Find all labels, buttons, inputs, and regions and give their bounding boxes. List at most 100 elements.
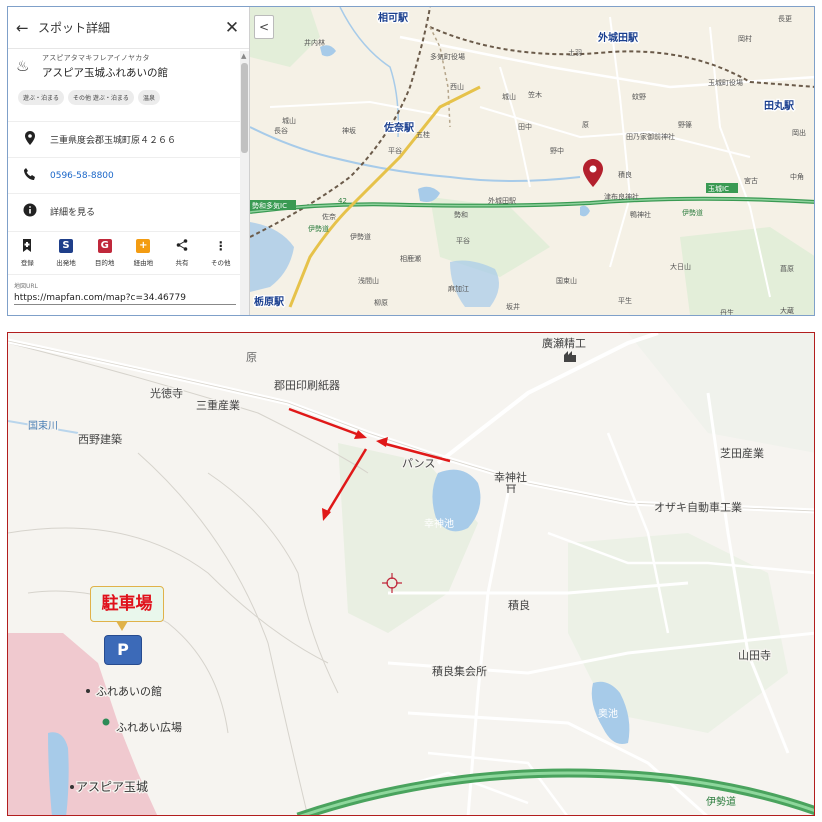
interchange-label: 勢和多気IC [252,201,287,210]
action-waypoint[interactable]: + 経由地 [124,232,163,274]
sidebar-scrollbar[interactable]: ▲ [240,51,249,315]
poi-tag[interactable]: その他 遊ぶ・泊まる [68,90,134,105]
place-label: 菖原 [780,264,794,273]
place-label-pansu: パンス [402,457,435,470]
place-label: 大日山 [670,262,691,271]
place-label-koujinja: 幸神社 [494,470,527,484]
place-label-aspia: アスピア玉城 [76,780,148,794]
station-label: 相可駅 [378,11,409,24]
details-text[interactable]: 詳細を見る [50,205,95,218]
poi-name: アスピア玉城ふれあいの館 [42,67,168,79]
action-label: 共有 [175,259,189,267]
place-label: 外城田駅 [488,196,516,205]
callout-pointer [116,621,128,631]
interchange-label: 玉城IC [708,185,729,193]
info-icon [16,203,44,221]
sidebar-title: スポット詳細 [38,21,111,35]
place-label: 五桂 [416,130,430,139]
chevron-left-icon: < [258,20,270,34]
place-label: 蚊野 [632,92,646,101]
place-label: 城山 [502,92,516,101]
place-label: 勢和 [454,210,468,219]
place-label: 玉城町役場 [708,78,743,87]
parking-callout[interactable]: 駐車場 [90,586,164,622]
place-label-kunitsuka-river: 国束川 [28,420,58,432]
place-label: 平谷 [388,146,402,155]
place-label: 麻加江 [448,284,469,293]
place-label-koutokuji: 光徳寺 [150,386,183,400]
road-label: 伊勢道 [308,224,329,233]
action-goal[interactable]: G 目的地 [85,232,124,274]
bookmark-icon [20,239,35,253]
poi-tag[interactable]: 遊ぶ・泊まる [18,90,65,105]
scrollbar-thumb[interactable] [241,63,248,153]
place-label-sekira: 積良 [508,598,530,612]
place-label-ozaki: オザキ自動車工業 [654,500,742,514]
place-label: 平谷 [456,236,470,245]
poi-summary: ♨ アスピアタマキフレアイノヤカタ アスピア玉城ふれあいの館 遊ぶ・泊まる その… [8,53,240,105]
place-label: 原 [582,121,589,129]
start-point-icon: S [59,239,73,253]
place-label: 田乃家御前神社 [626,132,675,141]
place-label-oku-pond: 奥池 [598,707,618,720]
place-label: 柳原 [374,298,388,307]
phone-number-link[interactable]: 0596-58-8800 [50,171,114,181]
arrow-left-icon[interactable]: ← [16,19,34,37]
place-label: 田中 [518,122,532,131]
plaza-icon [102,718,110,726]
collapse-sidebar-button[interactable]: < [254,15,274,39]
place-label: 土羽 [568,48,582,57]
place-label: 鴨神社 [630,210,651,219]
phone-icon [16,167,44,185]
place-label: 伊勢道 [350,232,371,241]
place-label: 積良 [618,170,632,179]
action-label: 出発地 [56,259,76,267]
facility-bullet [86,689,90,693]
place-label: 佐奈 [322,212,336,221]
place-label-fureai-hall: ふれあいの館 [96,684,162,698]
phone-row[interactable]: 0596-58-8800 [8,157,240,193]
action-label: 目的地 [94,259,115,267]
place-label: 西山 [450,82,464,91]
place-label: 中角 [790,172,804,181]
place-label-gouda-print: 郡田印刷紙器 [274,378,340,392]
place-label-koujin-pond: 幸神池 [424,517,454,530]
action-bar: 登録 S 出発地 G 目的地 + 経由地 共有 ⋮ その他 [8,231,240,275]
share-icon [175,239,190,253]
station-label: 外城田駅 [597,31,639,44]
place-label-ise-road: 伊勢道 [706,795,736,808]
detail-map-canvas: 原光徳寺三重産業 郡田印刷紙器 廣瀬精工国束川西野建築パンス幸神社 芝田産業オザキ自動… [8,333,814,815]
place-label: 相鹿瀬 [400,254,421,263]
poi-tag[interactable]: 温泉 [137,90,160,105]
overview-map[interactable]: 相可駅 外城田駅 田丸駅 佐奈駅 栃原駅 勢和多気IC 玉城IC 伊勢道 42 伊勢道 井内林 多気町… [250,7,814,315]
place-label: 城山 [282,116,296,125]
close-icon[interactable]: ✕ [223,18,241,38]
road-label: 伊勢道 [682,208,703,217]
detail-map[interactable]: 原光徳寺 三重産業 郡田印刷紙器 廣瀬精工 国束川 西野建築 パンス 幸神社 芝田産業 オザキ自動… [7,332,815,816]
action-label: 登録 [20,259,34,267]
parking-label: 駐車場 [101,594,153,614]
map-url-field[interactable]: https://mapfan.com/map?c=34.46779 [14,293,236,305]
place-label: 野中 [550,146,564,155]
action-bookmark[interactable]: 登録 [8,232,47,274]
screenshot-root: ← スポット詳細 ✕ ▲ ♨ アスピアタマキフレアイノヤカタ アスピア玉城ふれあ… [0,0,822,822]
place-label-mie-sangyo: 三重産業 [196,398,240,412]
map-url-label: 地図URL [14,283,38,290]
sidebar-header: ← スポット詳細 ✕ [8,7,249,49]
action-more[interactable]: ⋮ その他 [201,232,240,274]
action-start[interactable]: S 出発地 [47,232,86,274]
address-text: 三重県度会郡玉城町原４２６６ [50,136,177,146]
poi-kana: アスピアタマキフレアイノヤカタ [42,54,150,62]
action-label: その他 [210,259,231,267]
scroll-up-arrow-icon[interactable]: ▲ [241,52,246,60]
action-share[interactable]: 共有 [163,232,202,274]
parking-badge[interactable]: P [104,635,142,665]
address-row: 三重県度会郡玉城町原４２６６ [8,121,240,157]
parking-icon: P [117,640,129,659]
poi-tags: 遊ぶ・泊まる その他 遊ぶ・泊まる 温泉 [18,90,232,105]
place-label: 井内林 [304,38,325,47]
details-row[interactable]: 詳細を見る [8,193,240,229]
place-label: 長谷 [274,126,288,135]
place-label-hirose-seiko: 廣瀬精工 [542,336,586,350]
hot-spring-icon: ♨ [16,57,30,75]
